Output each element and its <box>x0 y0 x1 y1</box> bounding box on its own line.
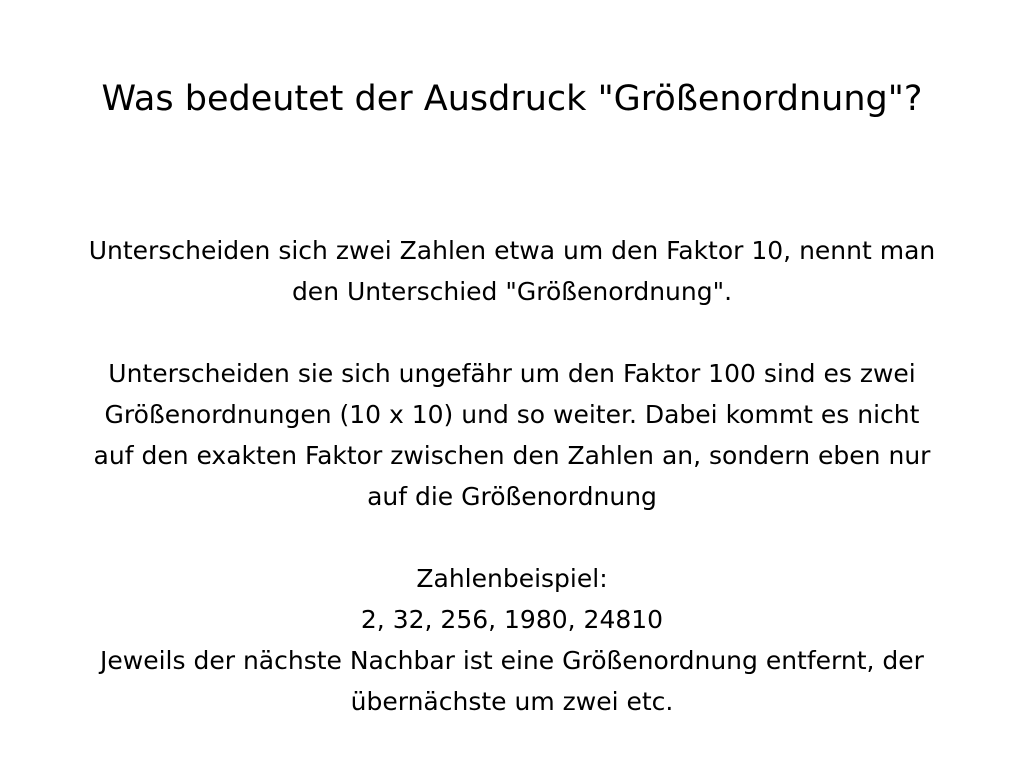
example-numbers: 2, 32, 256, 1980, 24810 <box>360 605 664 634</box>
paragraph-line: auf die Größenordnung <box>367 482 657 511</box>
paragraph-line: Unterscheiden sie sich ungefähr um den F… <box>108 359 916 388</box>
paragraph-line: auf den exakten Faktor zwischen den Zahl… <box>93 441 931 470</box>
paragraph-line: Jeweils der nächste Nachbar ist eine Grö… <box>100 646 924 675</box>
example-heading: Zahlenbeispiel: <box>416 564 608 593</box>
slide: Was bedeutet der Ausdruck "Größenordnung… <box>0 0 1024 768</box>
paragraph-line: Größenordnungen (10 x 10) und so weiter.… <box>104 400 920 429</box>
slide-title: Was bedeutet der Ausdruck "Größenordnung… <box>101 79 923 119</box>
paragraph-line: übernächste um zwei etc. <box>350 687 674 716</box>
paragraph-line: Unterscheiden sich zwei Zahlen etwa um d… <box>88 236 936 265</box>
paragraph-line: den Unterschied "Größenordnung". <box>291 277 733 306</box>
slide-body: Unterscheiden sich zwei Zahlen etwa um d… <box>40 230 984 722</box>
